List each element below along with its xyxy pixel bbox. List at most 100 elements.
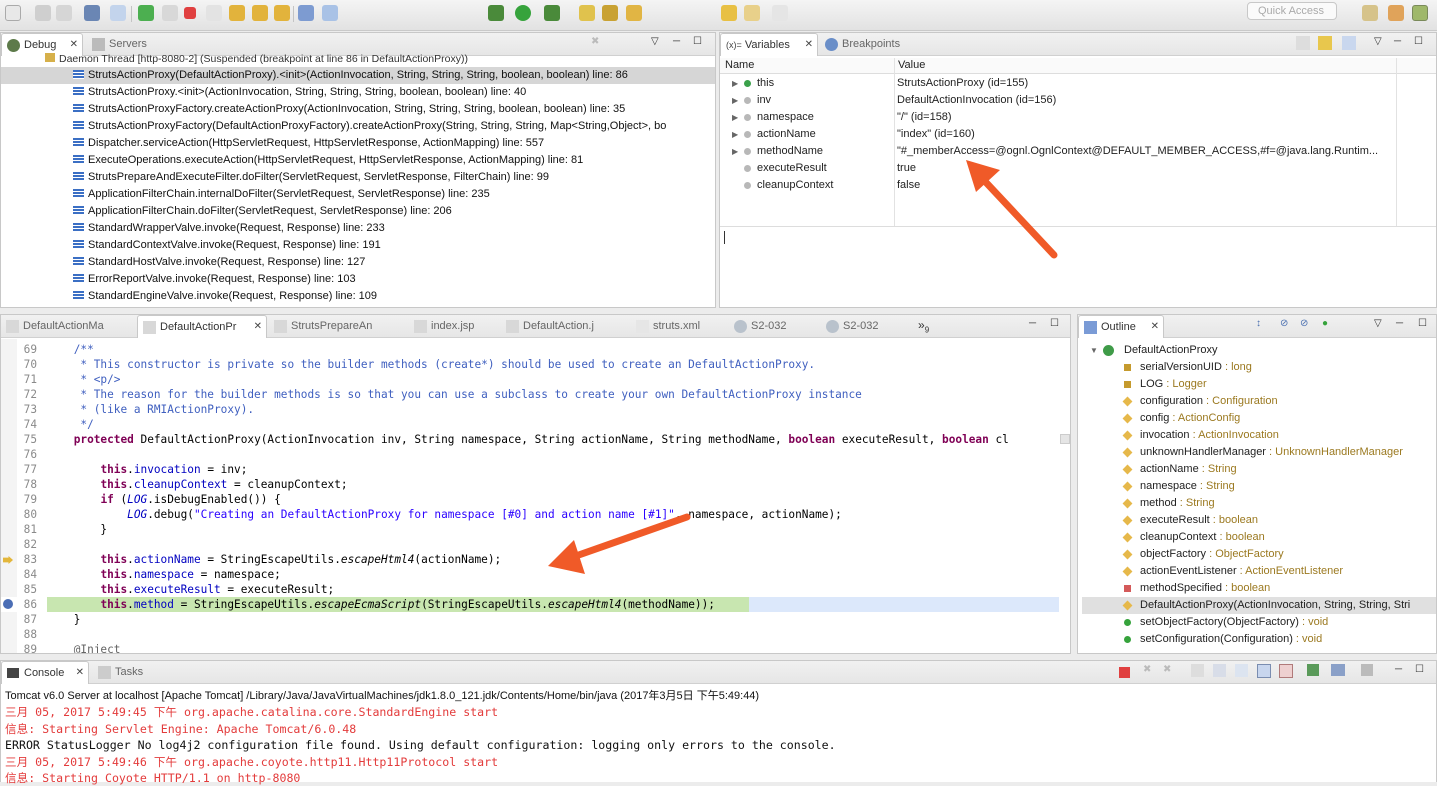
resume-icon[interactable] xyxy=(138,5,154,21)
stack-frame[interactable]: ApplicationFilterChain.internalDoFilter(… xyxy=(1,186,715,203)
variable-row[interactable]: ▶ this StrutsActionProxy (id=155) xyxy=(722,75,1434,92)
stack-frame[interactable]: StrutsActionProxyFactory(DefaultActionPr… xyxy=(1,118,715,135)
maximize-icon[interactable]: ☐ xyxy=(693,36,702,47)
clear-console-icon[interactable] xyxy=(1191,664,1204,677)
stack-frame[interactable]: ApplicationFilterChain.doFilter(ServletR… xyxy=(1,203,715,220)
new-icon[interactable] xyxy=(5,5,21,21)
suspend-icon[interactable] xyxy=(162,5,178,21)
back-icon[interactable] xyxy=(721,5,737,21)
stack-frame[interactable]: StrutsPrepareAndExecuteFilter.doFilter(S… xyxy=(1,169,715,186)
pin-console-icon[interactable] xyxy=(1307,664,1319,676)
stack-frame[interactable]: StrutsActionProxy(DefaultActionProxy).<i… xyxy=(1,67,715,84)
variable-row[interactable]: cleanupContext false xyxy=(722,177,1434,194)
stack-frame[interactable]: ExecuteOperations.executeAction(HttpServ… xyxy=(1,152,715,169)
collapse-all-icon[interactable] xyxy=(1342,36,1356,50)
debug-perspective-icon[interactable] xyxy=(1412,5,1428,21)
disconnect-icon[interactable] xyxy=(206,5,222,21)
hide-static-icon[interactable]: ⊘ xyxy=(1300,318,1308,329)
hide-fields-icon[interactable]: ⊘ xyxy=(1280,318,1288,329)
step-return-icon[interactable] xyxy=(274,5,290,21)
outline-item[interactable]: config : ActionConfig xyxy=(1122,410,1436,427)
expand-icon[interactable]: ▶ xyxy=(732,126,738,143)
sort-icon[interactable]: ↕ xyxy=(1256,318,1261,329)
open-type-icon[interactable] xyxy=(602,5,618,21)
maximize-icon[interactable]: ☐ xyxy=(1418,318,1427,329)
debug-icon[interactable] xyxy=(488,5,504,21)
maximize-icon[interactable]: ☐ xyxy=(1050,318,1059,329)
variable-row[interactable]: ▶ inv DefaultActionInvocation (id=156) xyxy=(722,92,1434,109)
outline-item[interactable]: objectFactory : ObjectFactory xyxy=(1122,546,1436,563)
use-step-filters-icon[interactable] xyxy=(322,5,338,21)
outline-item[interactable]: DefaultActionProxy(ActionInvocation, Str… xyxy=(1082,597,1436,614)
hide-nonpublic-icon[interactable]: ● xyxy=(1322,318,1328,329)
outline-item[interactable]: cleanupContext : boolean xyxy=(1122,529,1436,546)
outline-item[interactable]: setConfiguration(Configuration) : void xyxy=(1124,631,1436,648)
expand-icon[interactable]: ▶ xyxy=(732,92,738,109)
terminate-icon[interactable] xyxy=(1119,667,1130,678)
back-arrow-icon[interactable] xyxy=(744,5,760,21)
outline-item[interactable]: namespace : String xyxy=(1122,478,1436,495)
outline-item[interactable]: unknownHandlerManager : UnknownHandlerMa… xyxy=(1122,444,1436,461)
save-icon[interactable] xyxy=(35,5,51,21)
editor-tab[interactable]: DefaultActionPr ✕ xyxy=(137,315,267,338)
minimize-icon[interactable]: ─ xyxy=(673,36,680,47)
display-console-icon[interactable] xyxy=(1331,664,1345,676)
code-editor[interactable]: 69 /** 70 * This constructor is private s… xyxy=(1,339,1070,653)
editor-tab[interactable]: DefaultAction.j xyxy=(501,315,627,338)
show-on-stderr-icon[interactable] xyxy=(1279,664,1293,678)
minimize-icon[interactable]: ─ xyxy=(1396,318,1403,329)
word-wrap-icon[interactable] xyxy=(1235,664,1248,677)
editor-tabs-overflow[interactable]: »9 xyxy=(918,318,929,334)
java-ee-perspective-icon[interactable] xyxy=(1388,5,1404,21)
java-perspective-icon[interactable] xyxy=(1362,5,1378,21)
close-icon[interactable]: ✕ xyxy=(76,662,84,684)
tab-tasks[interactable]: Tasks xyxy=(93,661,153,684)
editor-tab[interactable]: S2-032 xyxy=(729,315,817,338)
drop-to-frame-icon[interactable] xyxy=(298,5,314,21)
view-menu-icon[interactable]: ▽ xyxy=(1374,36,1382,47)
column-name-header[interactable]: Name xyxy=(725,59,754,71)
skip-breakpoints-icon[interactable] xyxy=(110,5,126,21)
outline-item[interactable]: method : String xyxy=(1122,495,1436,512)
close-icon[interactable]: ✕ xyxy=(1151,316,1159,338)
show-on-stdout-icon[interactable] xyxy=(1257,664,1271,678)
remove-launch-icon[interactable]: ✖ xyxy=(1143,664,1151,675)
outline-item[interactable]: methodSpecified : boolean xyxy=(1124,580,1436,597)
save-all-icon[interactable] xyxy=(56,5,72,21)
stack-frame[interactable]: StandardHostValve.invoke(Request, Respon… xyxy=(1,254,715,271)
tab-console[interactable]: Console ✕ xyxy=(1,661,89,684)
maximize-icon[interactable]: ☐ xyxy=(1415,664,1424,675)
outline-item[interactable]: executeResult : boolean xyxy=(1122,512,1436,529)
scroll-lock-icon[interactable] xyxy=(1213,664,1226,677)
close-icon[interactable]: ✕ xyxy=(805,34,813,56)
view-menu-icon[interactable]: ▽ xyxy=(651,36,659,47)
stack-frame[interactable]: Dispatcher.serviceAction(HttpServletRequ… xyxy=(1,135,715,152)
variable-row[interactable]: ▶ namespace "/" (id=158) xyxy=(722,109,1434,126)
minimize-icon[interactable]: ─ xyxy=(1395,664,1402,675)
editor-tab[interactable]: index.jsp xyxy=(409,315,497,338)
outline-item[interactable]: configuration : Configuration xyxy=(1122,393,1436,410)
editor-tab[interactable]: struts.xml xyxy=(631,315,725,338)
variable-row[interactable]: executeResult true xyxy=(722,160,1434,177)
stack-frame[interactable]: StrutsActionProxyFactory.createActionPro… xyxy=(1,101,715,118)
terminal-icon[interactable] xyxy=(84,5,100,21)
outline-item[interactable]: serialVersionUID : long xyxy=(1124,359,1436,376)
outline-item[interactable]: setObjectFactory(ObjectFactory) : void xyxy=(1124,614,1436,631)
stack-frame[interactable]: StandardContextValve.invoke(Request, Res… xyxy=(1,237,715,254)
outline-item[interactable]: LOG : Logger xyxy=(1124,376,1436,393)
remove-all-terminated-icon[interactable]: ✖ xyxy=(1163,664,1171,675)
editor-tab[interactable]: DefaultActionMa xyxy=(1,315,133,338)
open-console-icon[interactable] xyxy=(1361,664,1373,676)
thread-label[interactable]: Daemon Thread [http-8080-2] (Suspended (… xyxy=(45,51,705,68)
stack-frame[interactable]: ErrorReportValve.invoke(Request, Respons… xyxy=(1,271,715,288)
remove-terminated-icon[interactable]: ✖ xyxy=(591,36,599,47)
minimize-icon[interactable]: ─ xyxy=(1394,36,1401,47)
expand-icon[interactable]: ▶ xyxy=(732,143,738,160)
show-logical-structure-icon[interactable] xyxy=(1318,36,1332,50)
column-value-header[interactable]: Value xyxy=(898,59,925,71)
close-icon[interactable]: ✕ xyxy=(254,316,262,338)
variable-row[interactable]: ▶ methodName "#_memberAccess=@ognl.OgnlCon… xyxy=(722,143,1434,160)
stack-frame[interactable]: StandardWrapperValve.invoke(Request, Res… xyxy=(1,220,715,237)
stack-frame[interactable]: StrutsActionProxy.<init>(ActionInvocatio… xyxy=(1,84,715,101)
terminate-icon[interactable] xyxy=(184,7,196,19)
